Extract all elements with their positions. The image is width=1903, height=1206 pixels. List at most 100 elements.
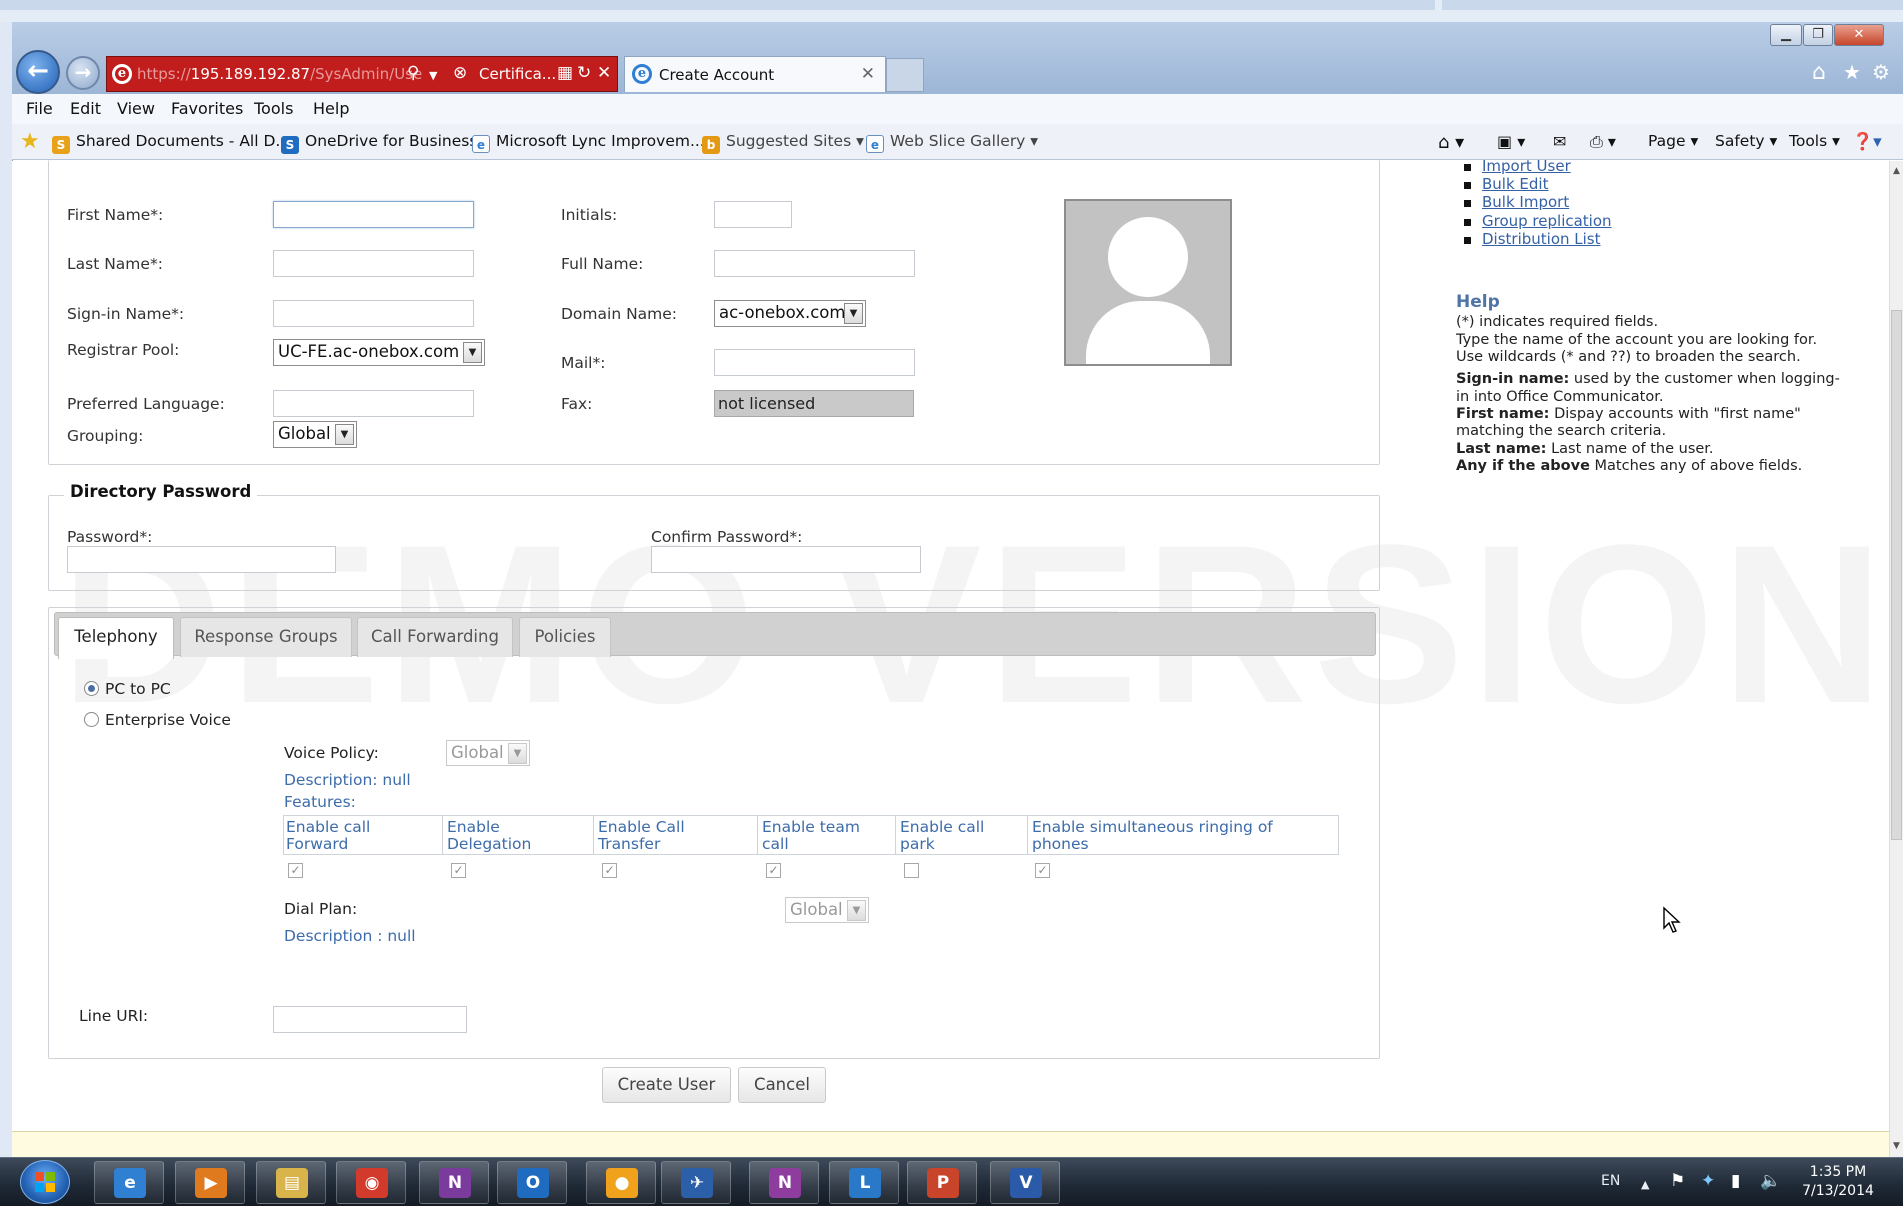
initials-field[interactable] <box>714 201 792 228</box>
restore-icon[interactable]: ❐ <box>1803 24 1833 46</box>
gear-icon[interactable]: ⚙ <box>1872 60 1890 84</box>
pc-to-pc-radio[interactable] <box>84 681 99 696</box>
command-safety[interactable]: Safety ▾ <box>1715 132 1777 150</box>
favorites-star-icon[interactable]: ★ <box>20 129 40 154</box>
simultaneous-ringing-checkbox[interactable]: ✓ <box>1035 863 1050 878</box>
help-icon[interactable]: ❓▾ <box>1852 132 1882 152</box>
scrollbar-thumb[interactable] <box>1891 310 1902 840</box>
team-call-checkbox[interactable]: ✓ <box>766 863 781 878</box>
menu-help[interactable]: Help <box>313 99 349 118</box>
password-field[interactable] <box>67 546 336 573</box>
link-import-user[interactable]: Import User <box>1482 157 1571 175</box>
taskbar-app-button[interactable]: N <box>749 1161 819 1204</box>
link-bulk-import[interactable]: Bulk Import <box>1482 193 1569 211</box>
url-text[interactable]: https://195.189.192.87/SysAdmin/Use <box>137 65 422 83</box>
home-command-icon[interactable]: ⌂ ▾ <box>1438 132 1464 153</box>
delegation-checkbox[interactable]: ✓ <box>451 863 466 878</box>
scroll-down-icon[interactable]: ▼ <box>1893 1141 1900 1151</box>
taskbar-app-button[interactable]: V <box>990 1161 1060 1204</box>
compatibility-icon[interactable]: ▦ <box>557 63 573 83</box>
grouping-select[interactable]: Global ▼ <box>273 421 357 448</box>
favorites-star-icon[interactable]: ★ <box>1843 60 1861 84</box>
call-park-checkbox[interactable] <box>904 863 919 878</box>
close-icon[interactable]: ✕ <box>1834 24 1884 46</box>
dial-plan-select[interactable]: Global ▼ <box>785 897 869 923</box>
command-page[interactable]: Page ▾ <box>1648 132 1698 150</box>
taskbar-app-button[interactable]: ✈ <box>661 1161 731 1204</box>
taskbar-app-button[interactable]: ▤ <box>256 1161 326 1204</box>
full-name-field[interactable] <box>714 250 915 277</box>
link-group-replication[interactable]: Group replication <box>1482 212 1612 230</box>
volume-icon[interactable]: 🔈 <box>1760 1171 1781 1191</box>
call-transfer-checkbox[interactable]: ✓ <box>602 863 617 878</box>
confirm-password-field[interactable] <box>651 546 921 573</box>
menu-tools[interactable]: Tools <box>254 99 293 118</box>
tab-response-groups[interactable]: Response Groups <box>180 617 352 657</box>
cancel-button[interactable]: Cancel <box>738 1067 826 1103</box>
mail-field[interactable] <box>714 349 915 376</box>
mail-icon[interactable]: ✉ <box>1553 132 1566 151</box>
action-center-flag-icon[interactable]: ⚑ <box>1670 1171 1685 1191</box>
last-name-field[interactable] <box>273 250 474 277</box>
voice-policy-select[interactable]: Global ▼ <box>446 740 530 766</box>
favorite-web-slice-gallery[interactable]: e Web Slice Gallery ▾ <box>866 132 1038 153</box>
first-name-field[interactable] <box>273 201 474 228</box>
favorite-shared-documents[interactable]: S Shared Documents - All D... <box>52 132 290 154</box>
start-button[interactable] <box>20 1160 70 1204</box>
link-distribution-list[interactable]: Distribution List <box>1482 230 1601 248</box>
home-icon[interactable]: ⌂ <box>1812 60 1826 85</box>
certificate-error-icon[interactable]: ⊗ <box>453 63 467 83</box>
feeds-icon[interactable]: ▣ ▾ <box>1497 132 1525 151</box>
favorite-onedrive[interactable]: S OneDrive for Business <box>281 132 477 154</box>
favorite-lync[interactable]: e Microsoft Lync Improvem... <box>472 132 705 153</box>
call-forward-checkbox[interactable]: ✓ <box>288 863 303 878</box>
menu-view[interactable]: View <box>117 99 155 118</box>
favorite-label: Web Slice Gallery ▾ <box>890 132 1039 150</box>
taskbar-app-button[interactable]: ▶ <box>175 1161 245 1204</box>
taskbar-app-button[interactable]: ● <box>586 1161 656 1204</box>
taskbar-app-button[interactable]: P <box>907 1161 977 1204</box>
menu-favorites[interactable]: Favorites <box>171 99 243 118</box>
enterprise-voice-radio[interactable] <box>84 712 99 727</box>
print-icon[interactable]: ⎙ ▾ <box>1590 132 1616 152</box>
tab-call-forwarding[interactable]: Call Forwarding <box>357 617 513 657</box>
dropdown-arrow-icon[interactable]: ▼ <box>429 69 437 82</box>
tab-telephony[interactable]: Telephony <box>58 617 174 659</box>
dropbox-icon[interactable]: ✦ <box>1701 1171 1715 1191</box>
tab-create-account[interactable]: e Create Account ✕ <box>624 56 886 92</box>
command-tools[interactable]: Tools ▾ <box>1789 132 1840 150</box>
menu-file[interactable]: File <box>26 99 53 118</box>
language-indicator[interactable]: EN <box>1601 1173 1620 1189</box>
power-icon[interactable]: ▮ <box>1731 1171 1740 1191</box>
taskbar-app-button[interactable]: O <box>497 1161 567 1204</box>
taskbar-app-button[interactable]: ◉ <box>336 1161 406 1204</box>
address-bar[interactable]: e https://195.189.192.87/SysAdmin/Use ⚲ … <box>106 56 618 92</box>
clock[interactable]: 1:35 PM 7/13/2014 <box>1790 1163 1886 1201</box>
line-uri-field[interactable] <box>273 1006 467 1033</box>
grouping-label: Grouping: <box>67 427 144 445</box>
favorite-suggested-sites[interactable]: b Suggested Sites ▾ <box>702 132 864 154</box>
preferred-language-field[interactable] <box>273 390 474 417</box>
taskbar-app-button[interactable]: N <box>419 1161 489 1204</box>
back-button[interactable]: ← <box>16 50 60 94</box>
minimize-icon[interactable]: ▁ <box>1770 24 1802 46</box>
signin-name-field[interactable] <box>273 300 474 327</box>
menu-edit[interactable]: Edit <box>70 99 101 118</box>
tab-close-icon[interactable]: ✕ <box>861 64 875 84</box>
taskbar-app-button[interactable]: L <box>829 1161 899 1204</box>
link-bulk-edit[interactable]: Bulk Edit <box>1482 175 1548 193</box>
tray-expand-icon[interactable]: ▲ <box>1641 1178 1649 1191</box>
forward-button[interactable]: → <box>66 56 100 90</box>
certificate-error-label[interactable]: Certifica... <box>479 65 556 83</box>
search-icon[interactable]: ⚲ <box>407 63 419 83</box>
refresh-icon[interactable]: ↻ <box>577 63 591 83</box>
domain-name-select[interactable]: ac-onebox.com ▼ <box>714 300 866 327</box>
tab-policies[interactable]: Policies <box>519 617 611 657</box>
scroll-up-icon[interactable]: ▲ <box>1893 166 1900 176</box>
create-user-button[interactable]: Create User <box>602 1067 731 1103</box>
registrar-pool-select[interactable]: UC-FE.ac-onebox.com ▼ <box>273 339 485 366</box>
stop-icon[interactable]: ✕ <box>597 63 611 83</box>
taskbar-app-button[interactable]: e <box>94 1161 164 1204</box>
grouping-value: Global <box>278 424 331 443</box>
new-tab-button[interactable] <box>886 58 924 92</box>
